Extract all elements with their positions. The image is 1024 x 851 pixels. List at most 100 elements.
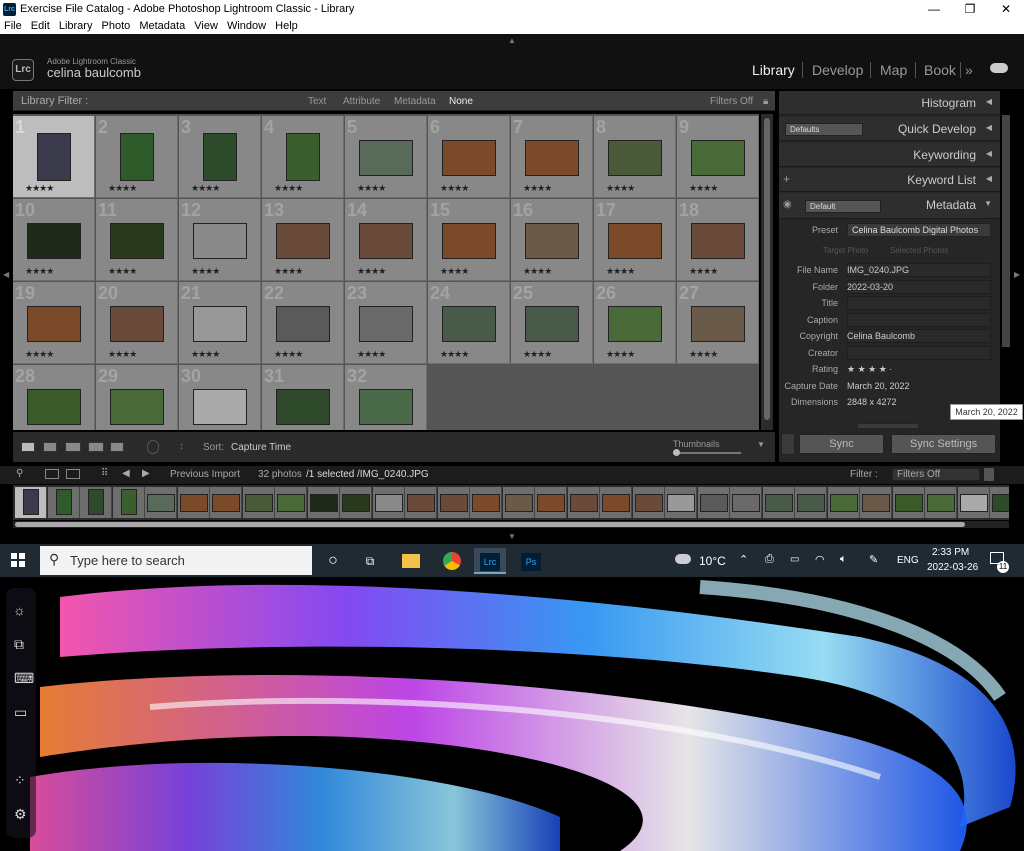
keywording-panel-header[interactable]: Keywording ◀: [779, 143, 1000, 167]
meet-now-icon[interactable]: ⎙: [765, 553, 774, 566]
filmstrip-thumb[interactable]: [145, 487, 177, 518]
grid-cell[interactable]: 5 ★★★★: [345, 116, 427, 198]
grid-cell[interactable]: 1 ★★★★: [13, 116, 95, 198]
filmstrip-thumb[interactable]: [307, 487, 340, 518]
photo-thumbnail[interactable]: [276, 389, 330, 425]
star-rating[interactable]: ★★★★: [523, 183, 552, 194]
filmstrip-thumb[interactable]: [47, 487, 80, 518]
star-rating[interactable]: ★★★★: [274, 266, 303, 277]
star-rating[interactable]: ★★★★: [191, 349, 220, 360]
star-rating[interactable]: ★★★★: [440, 349, 469, 360]
star-rating[interactable]: ★★★★: [108, 183, 137, 194]
filmstrip-thumb[interactable]: [372, 487, 405, 518]
menu-metadata[interactable]: Metadata: [139, 19, 185, 34]
language-indicator[interactable]: ENG: [897, 555, 919, 566]
photo-thumbnail[interactable]: [359, 389, 413, 425]
filmstrip-thumb[interactable]: [827, 487, 860, 518]
filmstrip-scroll-thumb[interactable]: [15, 522, 965, 527]
secondary-display-icon[interactable]: ⚲: [16, 468, 23, 479]
grid-cell[interactable]: 13 ★★★★: [262, 199, 344, 281]
photo-thumbnail[interactable]: [442, 223, 496, 259]
top-panel-toggle-icon[interactable]: ▲: [508, 36, 516, 45]
eye-icon[interactable]: ◉: [783, 199, 792, 210]
target-photo-tab[interactable]: Target Photo: [823, 246, 868, 255]
laptop-icon[interactable]: ▭: [14, 704, 27, 721]
grid-cell[interactable]: 29: [96, 365, 178, 430]
filter-attribute[interactable]: Attribute: [343, 96, 380, 107]
star-rating[interactable]: ★★★★: [357, 266, 386, 277]
metadata-panel-header[interactable]: ◉ Default Metadata ▼: [779, 193, 1000, 219]
grid-cell[interactable]: 18 ★★★★: [677, 199, 759, 281]
photo-thumbnail[interactable]: [691, 223, 745, 259]
photo-thumbnail[interactable]: [276, 306, 330, 342]
selected-photos-tab[interactable]: Selected Photos: [890, 246, 948, 255]
grid-cell[interactable]: 7 ★★★★: [511, 116, 593, 198]
star-rating[interactable]: ★★★★: [523, 266, 552, 277]
filmstrip-thumb[interactable]: [697, 487, 730, 518]
compare-view-icon[interactable]: [65, 442, 81, 452]
grid-cell[interactable]: 8 ★★★★: [594, 116, 676, 198]
grid-cell[interactable]: 11 ★★★★: [96, 199, 178, 281]
module-map[interactable]: Map: [880, 62, 907, 78]
star-rating[interactable]: ★★★★: [357, 349, 386, 360]
filmstrip-filter-select[interactable]: Filters Off: [892, 468, 980, 481]
filter-none[interactable]: None: [449, 96, 473, 107]
grid-cell[interactable]: 24 ★★★★: [428, 282, 510, 364]
photo-thumbnail[interactable]: [110, 306, 164, 342]
filmstrip-scrollbar[interactable]: [13, 521, 1009, 528]
people-view-icon[interactable]: [110, 442, 124, 452]
star-rating[interactable]: ★★★★: [606, 349, 635, 360]
star-rating[interactable]: ★★★★: [108, 266, 137, 277]
menu-library[interactable]: Library: [59, 19, 93, 34]
grid-cell[interactable]: 32: [345, 365, 427, 430]
photo-thumbnail[interactable]: [27, 306, 81, 342]
forward-arrow-icon[interactable]: ▶: [142, 468, 150, 479]
add-keyword-icon[interactable]: +: [783, 172, 790, 186]
filmstrip-thumb[interactable]: [535, 487, 567, 518]
filmstrip-thumb[interactable]: [957, 487, 990, 518]
filmstrip-thumb[interactable]: [275, 487, 307, 518]
filmstrip-thumb[interactable]: [600, 487, 632, 518]
grid-cell[interactable]: 22 ★★★★: [262, 282, 344, 364]
grid-cell[interactable]: 28: [13, 365, 95, 430]
lock-icon[interactable]: 🔒︎: [763, 96, 768, 107]
quick-develop-panel-header[interactable]: Defaults Quick Develop ◀: [779, 117, 1000, 141]
photo-thumbnail[interactable]: [525, 306, 579, 342]
filter-metadata[interactable]: Metadata: [394, 96, 436, 107]
grid-cell[interactable]: 15 ★★★★: [428, 199, 510, 281]
filmstrip-thumb[interactable]: [632, 487, 665, 518]
filmstrip-thumb[interactable]: [15, 487, 47, 518]
star-rating[interactable]: ★★★★: [357, 183, 386, 194]
filmstrip-thumb[interactable]: [665, 487, 697, 518]
wifi-icon[interactable]: ◠: [815, 553, 825, 566]
star-rating[interactable]: ★★★★: [606, 183, 635, 194]
grid-scroll-thumb[interactable]: [764, 118, 770, 420]
filmstrip-thumb[interactable]: [860, 487, 892, 518]
filmstrip-thumb[interactable]: [502, 487, 535, 518]
menu-edit[interactable]: Edit: [31, 19, 50, 34]
apps-icon[interactable]: ⁘: [14, 772, 26, 789]
survey-view-icon[interactable]: [88, 442, 104, 452]
photo-thumbnail[interactable]: [691, 140, 745, 176]
histogram-panel-header[interactable]: Histogram ◀: [779, 91, 1000, 115]
keyword-list-panel-header[interactable]: + Keyword List ◀: [779, 168, 1000, 192]
photo-thumbnail[interactable]: [442, 306, 496, 342]
module-book[interactable]: Book: [924, 62, 956, 78]
metadata-preset-select[interactable]: Default: [805, 200, 881, 213]
photo-thumbnail[interactable]: [37, 133, 71, 181]
sort-direction-icon[interactable]: ↕: [179, 441, 184, 452]
left-panel-toggle-icon[interactable]: ◀: [3, 270, 9, 279]
filmstrip-thumb[interactable]: [340, 487, 372, 518]
settings-gear-icon[interactable]: ⚙: [14, 806, 27, 823]
thumbnail-size-handle[interactable]: [673, 449, 680, 456]
photo-thumbnail[interactable]: [608, 306, 662, 342]
grid-cell[interactable]: 10 ★★★★: [13, 199, 95, 281]
file-explorer-icon[interactable]: [402, 554, 420, 568]
grid-cell[interactable]: 4 ★★★★: [262, 116, 344, 198]
star-rating[interactable]: ★★★★: [191, 266, 220, 277]
sync-settings-button[interactable]: Sync Settings: [891, 434, 996, 454]
right-panel-scrollbar[interactable]: [1002, 115, 1010, 347]
clock-date[interactable]: 2022-03-26: [927, 562, 978, 573]
filmstrip-thumb[interactable]: [892, 487, 925, 518]
grid-cell[interactable]: 27 ★★★★: [677, 282, 759, 364]
